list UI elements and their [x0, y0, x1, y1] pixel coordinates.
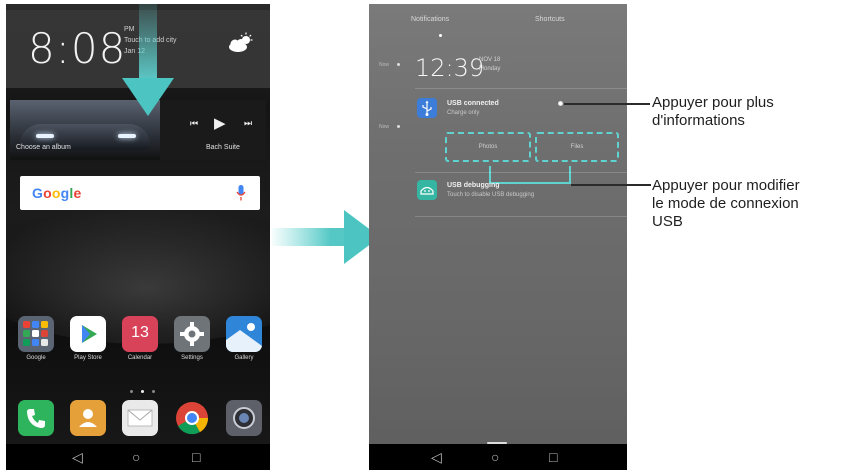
- app-settings[interactable]: Settings: [172, 316, 212, 361]
- home-screen: 8:08 PM Touch to add city Jan 12 Choose …: [6, 4, 270, 470]
- tab-shortcuts[interactable]: Shortcuts: [535, 16, 565, 23]
- page-indicator: [126, 380, 166, 393]
- google-search-bar[interactable]: Google: [20, 176, 260, 210]
- dock-camera[interactable]: [224, 400, 264, 436]
- app-row: Google Play Store 13 Calendar Settings G…: [14, 316, 266, 376]
- timeline-time: Now: [379, 124, 390, 130]
- panel-date-line: NOV 18: [479, 57, 501, 63]
- clock-time: 8:08: [28, 24, 127, 73]
- callout-text-line: USB: [652, 213, 683, 230]
- active-tab-indicator: [439, 34, 442, 37]
- home-icon[interactable]: ○: [491, 449, 499, 465]
- calendar-icon: 13: [122, 316, 158, 352]
- swipe-down-arrow-icon: [122, 4, 174, 116]
- action-label: Photos: [478, 144, 498, 150]
- album-label: Choose an album: [16, 144, 71, 151]
- app-calendar[interactable]: 13 Calendar: [120, 316, 160, 361]
- timeline-dot: [397, 63, 400, 66]
- notification-subtitle: Charge only: [447, 110, 480, 116]
- timeline-time: Now: [379, 62, 390, 68]
- panel-day-line: Monday: [479, 66, 501, 72]
- divider: [415, 172, 627, 173]
- notification-title: USB debugging: [447, 182, 500, 189]
- callout-line: [571, 184, 651, 186]
- app-label: Play Store: [74, 355, 102, 361]
- photos-action-button[interactable]: Photos: [445, 132, 531, 162]
- callout-text-line: le mode de connexion: [652, 195, 799, 212]
- play-store-icon: [70, 316, 106, 352]
- phone-icon: [18, 400, 54, 436]
- navigation-bar: ◁ ○ □: [369, 444, 627, 470]
- notification-subtitle: Touch to disable USB debugging: [447, 192, 535, 198]
- callout-anchor-dot: [558, 101, 563, 106]
- google-folder-icon: [18, 316, 54, 352]
- callout-text-line: Appuyer pour plus: [652, 94, 774, 111]
- chrome-icon: [174, 400, 210, 436]
- play-icon[interactable]: ▶: [214, 114, 226, 132]
- camera-icon: [226, 400, 262, 436]
- recents-icon[interactable]: □: [192, 449, 200, 465]
- notification-usb-debugging[interactable]: USB debugging Touch to disable USB debug…: [417, 180, 617, 220]
- app-play-store[interactable]: Play Store: [68, 316, 108, 361]
- gallery-icon: [226, 316, 262, 352]
- callout-more-info: Appuyer pour plus d'informations: [652, 94, 774, 130]
- calendar-day: 13: [131, 324, 149, 341]
- contacts-icon: [70, 400, 106, 436]
- callout-usb-mode: Appuyer pour modifier le mode de connexi…: [652, 177, 800, 231]
- google-logo: Google: [32, 185, 82, 201]
- dock: [14, 400, 266, 444]
- back-icon[interactable]: ◁: [72, 449, 83, 465]
- files-action-button[interactable]: Files: [535, 132, 619, 162]
- usb-icon: [417, 98, 437, 118]
- back-icon[interactable]: ◁: [431, 449, 442, 465]
- notification-title: USB connected: [447, 100, 499, 107]
- microphone-icon[interactable]: [236, 185, 246, 201]
- callout-text-line: d'informations: [652, 112, 745, 129]
- dock-phone[interactable]: [16, 400, 56, 436]
- car-headlight: [118, 134, 136, 138]
- car-headlight: [36, 134, 54, 138]
- app-gallery[interactable]: Gallery: [224, 316, 264, 361]
- divider: [415, 216, 627, 217]
- mail-icon: [122, 400, 158, 436]
- dock-mail[interactable]: [120, 400, 160, 436]
- app-google-folder[interactable]: Google: [16, 316, 56, 361]
- transition-arrow-icon: [272, 210, 380, 264]
- callout-line: [564, 103, 650, 105]
- recents-icon[interactable]: □: [549, 449, 557, 465]
- next-track-icon[interactable]: ⏭: [244, 118, 252, 129]
- callout-text-line: Appuyer pour modifier: [652, 177, 800, 194]
- track-label: Bach Suite: [206, 144, 240, 151]
- app-label: Settings: [181, 355, 203, 361]
- navigation-bar: ◁ ○ □: [6, 444, 270, 470]
- notification-panel: Notifications Shortcuts Now 12:39 NOV 18…: [369, 4, 627, 470]
- panel-date: NOV 18 Monday: [479, 56, 500, 74]
- app-label: Calendar: [127, 355, 153, 361]
- app-label: Google: [26, 355, 46, 361]
- app-label: Gallery: [234, 355, 254, 361]
- tab-notifications[interactable]: Notifications: [411, 16, 449, 23]
- cloud-sun-icon[interactable]: [226, 32, 254, 54]
- dock-chrome[interactable]: [172, 400, 212, 436]
- timeline-dot: [397, 125, 400, 128]
- home-icon[interactable]: ○: [132, 449, 140, 465]
- divider: [415, 88, 627, 89]
- android-debug-icon: [417, 180, 437, 200]
- panel-tabs: Notifications Shortcuts: [369, 14, 627, 37]
- panel-time: 12:39: [415, 54, 485, 82]
- action-label: Files: [570, 144, 584, 150]
- previous-track-icon[interactable]: ⏮: [190, 118, 198, 129]
- gear-icon: [174, 316, 210, 352]
- dock-contacts[interactable]: [68, 400, 108, 436]
